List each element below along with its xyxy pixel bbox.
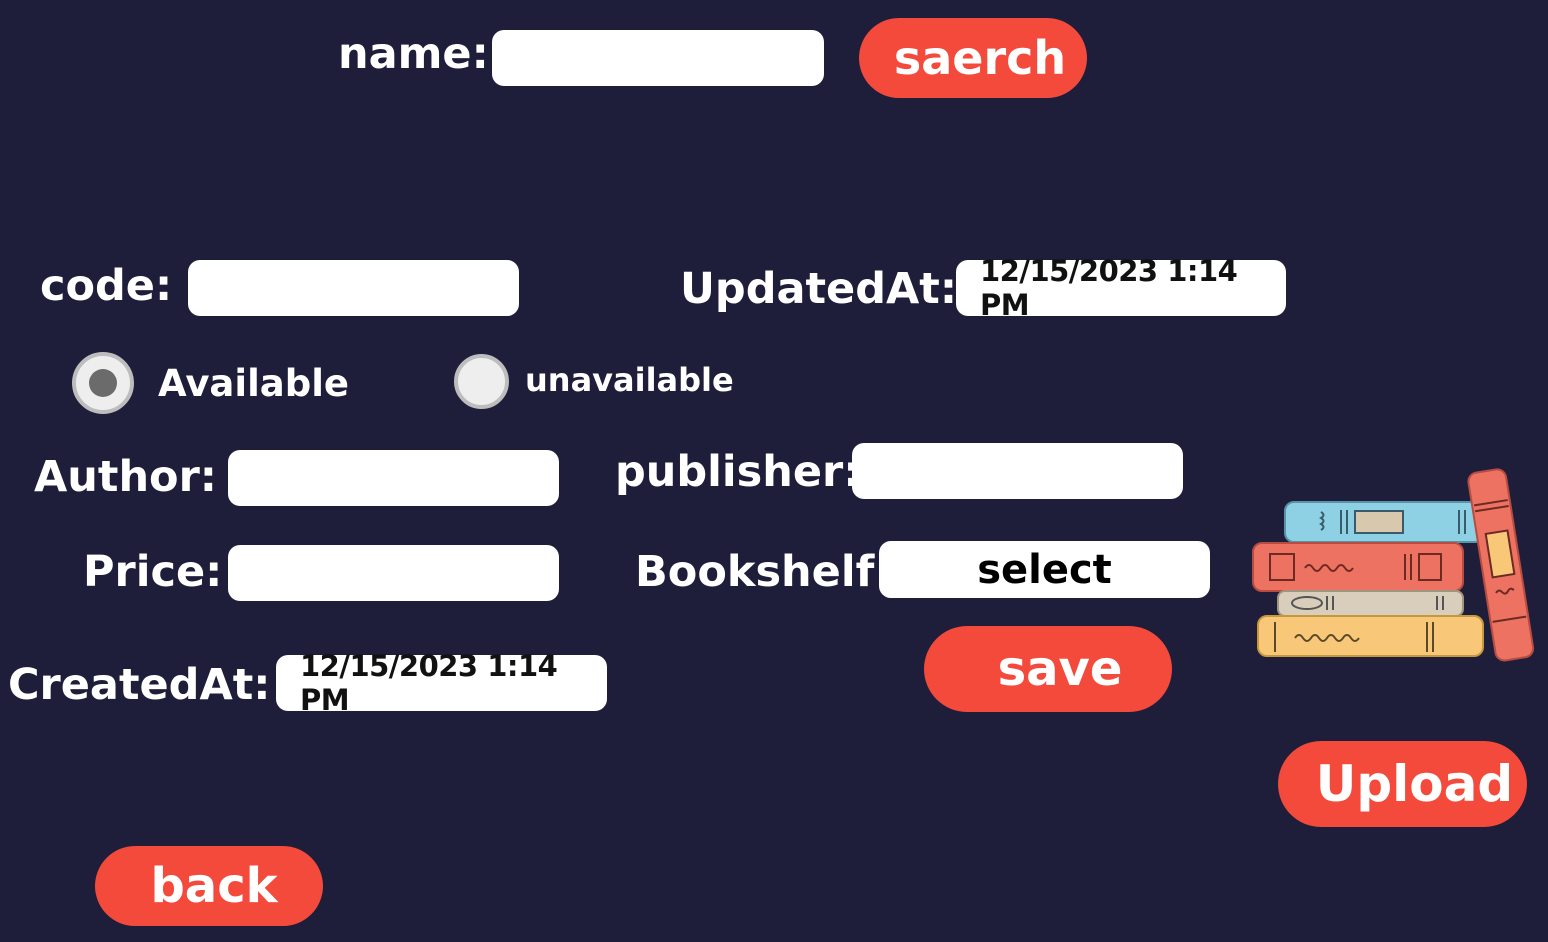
price-input[interactable] <box>228 545 559 601</box>
upload-button[interactable]: Upload <box>1278 741 1527 827</box>
name-search-input[interactable] <box>492 30 824 86</box>
back-button[interactable]: back <box>95 846 323 926</box>
publisher-label: publisher: <box>615 447 861 497</box>
code-input[interactable] <box>188 260 519 316</box>
created-at-label: CreatedAt: <box>8 660 271 710</box>
book-blue <box>1284 501 1486 543</box>
code-label: code: <box>40 261 173 311</box>
bookshelf-select[interactable]: select <box>879 541 1210 598</box>
publisher-input[interactable] <box>852 443 1183 499</box>
unavailable-label: unavailable <box>525 361 734 399</box>
book-tan <box>1277 590 1464 617</box>
save-button[interactable]: save <box>924 626 1172 712</box>
book-red <box>1252 542 1464 592</box>
author-input[interactable] <box>228 450 559 506</box>
book-yellow <box>1257 615 1484 657</box>
available-label: Available <box>158 362 349 405</box>
books-stack-icon <box>1252 468 1535 662</box>
created-at-field[interactable]: 12/15/2023 1:14 PM <box>276 649 607 717</box>
updated-at-field[interactable]: 12/15/2023 1:14 PM <box>956 254 1286 322</box>
bookshelf-label: Bookshelf: <box>635 547 892 597</box>
author-label: Author: <box>34 452 218 502</box>
available-radio[interactable] <box>72 352 134 414</box>
radio-selected-dot <box>89 369 117 397</box>
name-label: name: <box>338 29 489 79</box>
unavailable-radio[interactable] <box>454 354 509 409</box>
updated-at-label: UpdatedAt: <box>680 264 958 314</box>
price-label: Price: <box>83 547 223 597</box>
search-button[interactable]: saerch <box>859 18 1087 98</box>
